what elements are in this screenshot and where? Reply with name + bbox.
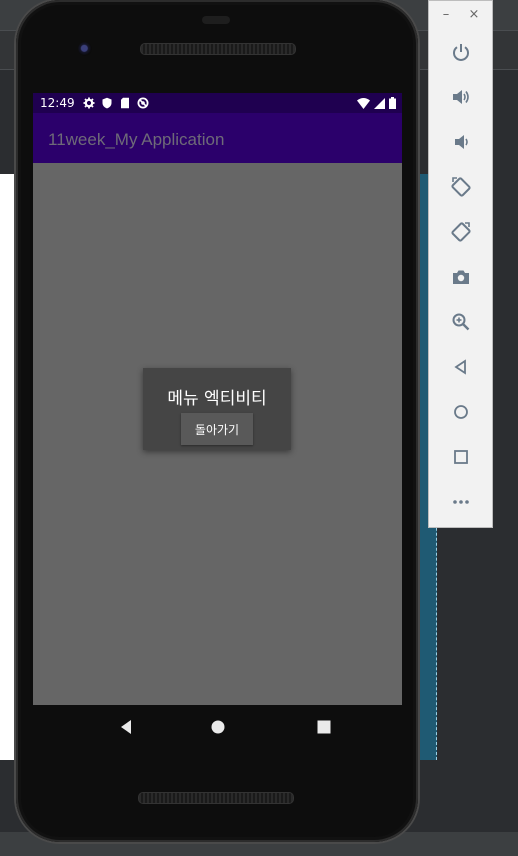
dialog-title: 메뉴 엑티비티 xyxy=(167,389,267,409)
rotate-left-icon[interactable] xyxy=(449,175,473,199)
power-icon[interactable] xyxy=(449,40,473,64)
back-icon[interactable] xyxy=(449,355,473,379)
screenshot-icon[interactable] xyxy=(449,265,473,289)
rotate-right-icon[interactable] xyxy=(449,220,473,244)
volume-down-icon[interactable] xyxy=(449,130,473,154)
sd-card-icon xyxy=(119,97,131,109)
emulator-window-controls: – × xyxy=(429,1,492,33)
device-screen[interactable]: 12:49 11week_My Application 메뉴 엑티비티 돌아가기 xyxy=(33,93,402,705)
signal-icon xyxy=(374,97,385,112)
no-sync-icon xyxy=(137,97,149,109)
zoom-icon[interactable] xyxy=(449,310,473,334)
bottom-speaker-grille xyxy=(138,792,294,804)
status-bar: 12:49 xyxy=(33,93,402,113)
app-bar: 11week_My Application xyxy=(33,113,402,163)
home-icon[interactable] xyxy=(209,718,227,736)
more-icon[interactable] xyxy=(449,490,473,514)
navigation-bar xyxy=(17,705,386,749)
app-title: 11week_My Application xyxy=(48,130,225,149)
gear-icon xyxy=(83,97,95,109)
emulator-toolbar: – × xyxy=(428,0,493,528)
wifi-icon xyxy=(357,97,370,112)
go-back-button[interactable]: 돌아가기 xyxy=(181,413,253,445)
close-button[interactable]: × xyxy=(467,7,481,22)
volume-up-icon[interactable] xyxy=(449,85,473,109)
back-icon[interactable] xyxy=(117,718,135,736)
status-time: 12:49 xyxy=(40,96,75,110)
overview-icon[interactable] xyxy=(449,445,473,469)
minimize-button[interactable]: – xyxy=(439,7,453,22)
battery-icon xyxy=(389,97,396,112)
front-camera xyxy=(78,42,92,56)
ide-editor-panel xyxy=(0,174,16,760)
menu-activity-dialog: 메뉴 엑티비티 돌아가기 xyxy=(143,368,291,450)
recents-icon[interactable] xyxy=(315,718,333,736)
earpiece xyxy=(202,16,230,24)
status-right-icons xyxy=(357,97,396,112)
top-speaker-grille xyxy=(140,43,296,55)
home-icon[interactable] xyxy=(449,400,473,424)
shield-icon xyxy=(101,97,113,109)
